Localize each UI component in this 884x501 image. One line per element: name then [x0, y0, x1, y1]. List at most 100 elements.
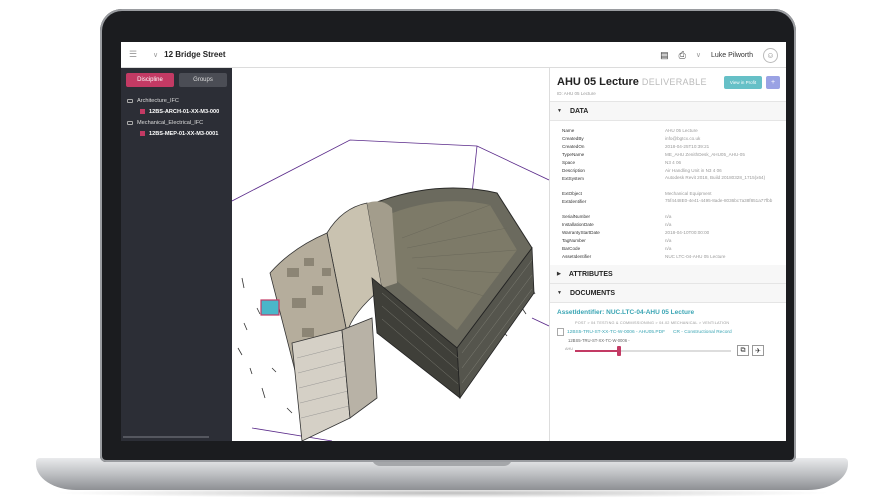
- property-value: 2018-04-10T00:00:00: [665, 230, 710, 235]
- property-key: AssetIdentifier: [562, 254, 592, 259]
- section-documents-header[interactable]: ▼ DOCUMENTS: [550, 284, 786, 303]
- property-row: InstallationDate n/a: [562, 221, 779, 229]
- property-row: AssetIdentifier NUC LTC-04-AHU 05 Lecture: [562, 253, 779, 261]
- property-row: Space N3 4 06: [562, 159, 779, 167]
- document-slider[interactable]: AHU ⧉ ✈: [557, 345, 779, 356]
- model-color-icon: [140, 109, 145, 114]
- caret-down-icon: ▼: [557, 290, 562, 296]
- property-value: AHU 05 Lecture: [665, 128, 698, 133]
- property-value: n/a: [665, 222, 672, 227]
- model-tree: Architecture_IFC 12BS-ARCH-01-XX-M3-000 …: [121, 95, 232, 139]
- document-file-name[interactable]: 12BS5-TRU-ST-XX-TC-W-0006 - AHU05.PDF: [567, 330, 665, 335]
- property-key: TagNumber: [562, 238, 586, 243]
- bounding-box-top-edge: [232, 139, 549, 202]
- caret-down-icon: ▼: [557, 108, 562, 114]
- document-breadcrumb: POST > 04 TESTING & COMMISSIONING > 04.0…: [575, 321, 730, 325]
- top-bar: ☰ ∨ 12 Bridge Street ▤ ⎙ ∨ Luke Pilworth…: [121, 42, 786, 68]
- tree-node-mechanical[interactable]: Mechanical_Electrical_IFC: [127, 117, 232, 128]
- property-row: Name AHU 05 Lecture: [562, 127, 779, 135]
- property-key: ExtObject: [562, 191, 582, 196]
- property-key: SerialNumber: [562, 214, 591, 219]
- property-value: n/a: [665, 246, 672, 251]
- copy-icon[interactable]: ⧉: [737, 345, 749, 356]
- highlighted-ahu-element: [260, 299, 280, 316]
- user-menu-chevron-icon[interactable]: ∨: [696, 51, 701, 59]
- property-key: CreatedBy: [562, 136, 584, 141]
- print-icon[interactable]: ⎙: [679, 50, 686, 61]
- property-key: ExtSystem: [562, 176, 584, 181]
- property-value: 75f4448E0-4e41-4495-8ade-8036bc7a38f851a…: [665, 198, 773, 203]
- folder-icon: [127, 98, 133, 103]
- property-key: Description: [562, 168, 585, 173]
- document-row[interactable]: 12BS5-TRU-ST-XX-TC-W-0006 - AHU05.PDF CR…: [557, 328, 779, 336]
- property-row: ExtObject Mechanical Equipment: [562, 190, 779, 198]
- panel-tabs: Discipline Groups: [121, 68, 232, 92]
- property-row: Description Air Handling Unit in N3 4 06: [562, 167, 779, 175]
- barcode-icon[interactable]: ▤: [660, 50, 669, 61]
- hamburger-menu-icon[interactable]: ☰: [129, 49, 137, 60]
- property-row: ExtSystem Autodesk Revit 2018, Build 2018…: [562, 175, 779, 190]
- property-value: Air Handling Unit in N3 4 06: [665, 168, 722, 173]
- chevron-down-icon[interactable]: ∨: [153, 51, 158, 59]
- section-data-header[interactable]: ▼ DATA: [550, 102, 786, 121]
- property-row: TypeName ME_AHU ZenithDesk_AHU05_AHU-05: [562, 151, 779, 159]
- slider-fill: [575, 350, 619, 352]
- tab-discipline[interactable]: Discipline: [126, 73, 174, 87]
- property-row: TagNumber n/a: [562, 237, 779, 245]
- document-icon: [557, 328, 564, 336]
- asset-header: AHU 05 Lecture DELIVERABLE ID: AHU 05 Lec…: [550, 68, 786, 102]
- property-key: WarrantyStartDate: [562, 230, 600, 235]
- folder-icon: [127, 120, 133, 125]
- property-value: NUC LTC-04-AHU 05 Lecture: [665, 254, 726, 259]
- tree-node-architecture[interactable]: Architecture_IFC: [127, 95, 232, 106]
- section-label: ATTRIBUTES: [568, 270, 613, 278]
- property-list: Name AHU 05 Lecture CreatedBy info@bgtcx.co…: [550, 121, 786, 265]
- tree-child-arch-model[interactable]: 12BS-ARCH-01-XX-M3-000: [127, 106, 232, 117]
- property-row: BarCode n/a: [562, 245, 779, 253]
- user-name[interactable]: Luke Pilworth: [711, 52, 753, 59]
- horizontal-scrollbar[interactable]: [123, 436, 209, 438]
- model-color-icon: [140, 131, 145, 136]
- section-label: DATA: [569, 107, 589, 115]
- property-value: Mechanical Equipment: [665, 191, 712, 196]
- property-row: CreatedOn 2018-04-25T10:39:21: [562, 143, 779, 151]
- property-row: CreatedBy info@bgtcx.co.uk: [562, 135, 779, 143]
- asset-id: ID: AHU 05 Lecture: [557, 91, 596, 96]
- tree-child-label: 12BS-ARCH-01-XX-M3-000: [149, 108, 220, 115]
- property-value: ME_AHU ZenithDesk_AHU05_AHU-05: [665, 152, 745, 157]
- properties-panel: AHU 05 Lecture DELIVERABLE ID: AHU 05 Lec…: [549, 68, 786, 441]
- property-row: WarrantyStartDate 2018-04-10T00:00:00: [562, 229, 779, 237]
- documents-list: AssetIdentifier: NUC.LTC-04-AHU 05 Lectu…: [550, 303, 786, 362]
- status-badge: DELIVERABLE: [641, 77, 707, 87]
- building-model-render: [232, 139, 549, 441]
- slider-thumb[interactable]: [616, 346, 621, 356]
- project-title[interactable]: 12 Bridge Street: [164, 50, 225, 59]
- add-button[interactable]: +: [766, 76, 780, 89]
- property-row: SerialNumber n/a: [562, 213, 779, 221]
- document-status: CR - Constructional Record: [673, 329, 732, 335]
- property-value: N3 4 06: [665, 160, 682, 165]
- slider-label: AHU: [565, 347, 574, 351]
- view-in-profit-button[interactable]: View in Profit: [724, 76, 762, 89]
- property-key: CreatedOn: [562, 144, 585, 149]
- property-row: ExtIdentifier 75f4448E0-4e41-4495-8ade-80…: [562, 198, 779, 213]
- property-key: ExtIdentifier: [562, 199, 587, 204]
- caret-right-icon: ▶: [557, 271, 561, 277]
- asset-name: AHU 05 Lecture: [557, 76, 639, 88]
- app-screen: ☰ ∨ 12 Bridge Street ▤ ⎙ ∨ Luke Pilworth…: [121, 42, 786, 441]
- 3d-model-viewport[interactable]: [232, 68, 549, 441]
- property-value: n/a: [665, 238, 672, 243]
- property-value: 2018-04-25T10:39:21: [665, 144, 710, 149]
- tab-groups[interactable]: Groups: [179, 73, 227, 87]
- bounding-box-edge: [531, 317, 549, 327]
- asset-identifier-link[interactable]: AssetIdentifier: NUC.LTC-04-AHU 05 Lectu…: [557, 309, 779, 316]
- property-key: Name: [562, 128, 575, 133]
- section-attributes-header[interactable]: ▶ ATTRIBUTES: [550, 265, 786, 284]
- model-tree-panel: Discipline Groups Architecture_IFC 12BS-…: [121, 68, 232, 441]
- top-bar-tools: ▤ ⎙ ∨ Luke Pilworth ☺: [660, 42, 778, 68]
- plane-icon[interactable]: ✈: [752, 345, 764, 356]
- avatar-icon[interactable]: ☺: [763, 47, 778, 63]
- property-value: Autodesk Revit 2018, Build 20180328_1715…: [665, 175, 766, 180]
- tree-child-label: 12BS-MEP-01-XX-M3-0001: [149, 130, 219, 137]
- tree-child-mep-model[interactable]: 12BS-MEP-01-XX-M3-0001: [127, 128, 232, 139]
